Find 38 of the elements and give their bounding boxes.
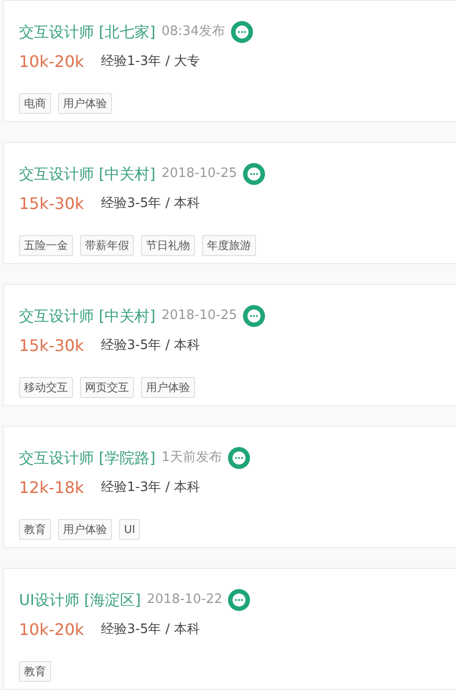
- requirements: 经验1-3年 / 本科: [101, 479, 200, 498]
- tag: 年度旅游: [202, 235, 256, 256]
- tag: UI: [119, 519, 140, 540]
- chat-icon[interactable]: [243, 163, 266, 185]
- tag: 用户体验: [141, 377, 195, 398]
- salary: 15k-30k: [19, 193, 86, 215]
- chat-icon[interactable]: [243, 305, 266, 327]
- tag: 教育: [19, 661, 51, 682]
- tag: 用户体验: [58, 519, 112, 540]
- tag: 电商: [19, 93, 51, 114]
- job-card[interactable]: 交互设计师 [北七家] 08:34发布 10k-20k 经验1-3年 / 大专 电商 用户体验: [3, 0, 456, 122]
- job-card[interactable]: 交互设计师 [中关村] 2018-10-25 15k-30k 经验3-5年 / 本科 移动交互 网页交互 用户体验: [3, 284, 456, 406]
- job-card[interactable]: UI设计师 [海淀区] 2018-10-22 10k-20k 经验3-5年 / 本科 教育: [3, 568, 456, 690]
- job-card[interactable]: 交互设计师 [中关村] 2018-10-25 15k-30k 经验3-5年 / 本科 五险一金 带薪年假 节日礼物 年度旅游: [3, 142, 456, 264]
- tag: 五险一金: [19, 235, 73, 256]
- tag: 节日礼物: [141, 235, 195, 256]
- chat-icon[interactable]: [230, 21, 253, 43]
- requirements: 经验3-5年 / 本科: [101, 195, 200, 214]
- salary: 10k-20k: [19, 619, 86, 641]
- job-card[interactable]: 交互设计师 [学院路] 1天前发布 12k-18k 经验1-3年 / 本科 教育 用户体验 UI: [3, 426, 456, 548]
- chat-icon[interactable]: [228, 447, 250, 469]
- requirements: 经验3-5年 / 本科: [101, 621, 200, 640]
- chat-icon[interactable]: [228, 589, 250, 611]
- salary: 12k-18k: [19, 477, 86, 499]
- tag: 移动交互: [19, 377, 73, 398]
- post-time: 2018-10-25: [161, 165, 238, 184]
- requirements: 经验1-3年 / 大专: [101, 53, 200, 72]
- tag: 带薪年假: [80, 235, 134, 256]
- salary: 10k-20k: [19, 51, 86, 73]
- salary: 15k-30k: [19, 335, 86, 357]
- post-time: 2018-10-25: [161, 307, 238, 326]
- post-time: 2018-10-22: [146, 591, 222, 610]
- post-time: 08:34发布: [161, 23, 225, 42]
- post-time: 1天前发布: [161, 449, 222, 468]
- tag: 网页交互: [80, 377, 134, 398]
- tag: 教育: [19, 519, 51, 540]
- requirements: 经验3-5年 / 本科: [101, 337, 200, 356]
- tag: 用户体验: [58, 93, 112, 114]
